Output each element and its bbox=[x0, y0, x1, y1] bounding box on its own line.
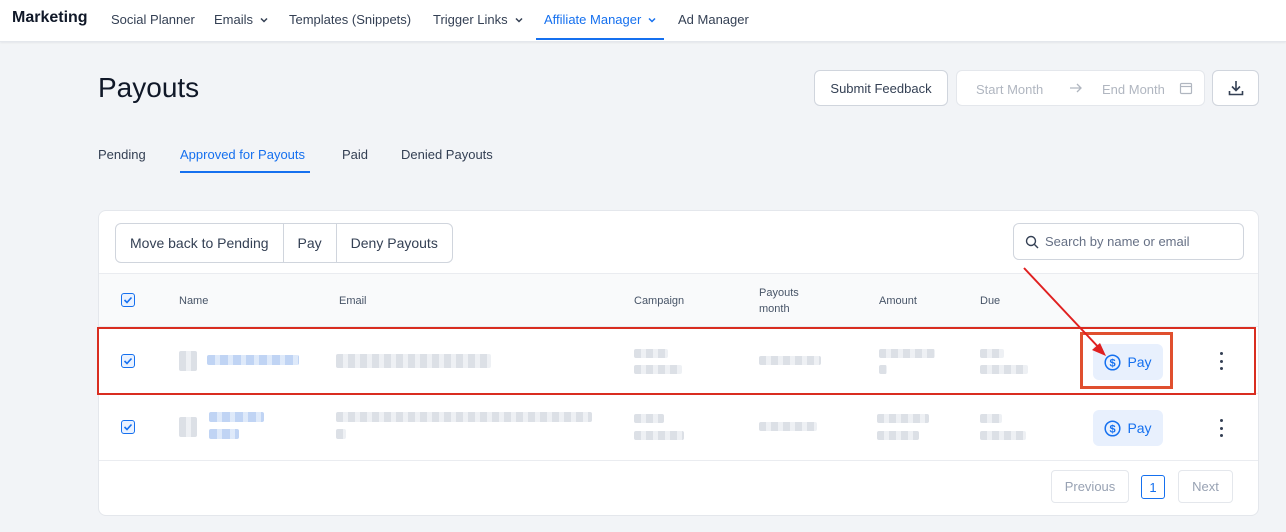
tab-pending[interactable]: Pending bbox=[98, 147, 146, 162]
nav-label: Trigger Links bbox=[433, 12, 508, 27]
bulk-action-group: Move back to Pending Pay Deny Payouts bbox=[115, 223, 453, 263]
move-back-to-pending-button[interactable]: Move back to Pending bbox=[116, 224, 284, 262]
redacted-campaign bbox=[634, 414, 664, 423]
redacted-payouts-month bbox=[759, 356, 821, 365]
month-range-picker[interactable]: Start Month End Month bbox=[956, 70, 1205, 106]
redacted-due bbox=[980, 365, 1028, 374]
avatar bbox=[179, 351, 197, 371]
svg-text:$: $ bbox=[1110, 357, 1116, 369]
dollar-circle-icon: $ bbox=[1104, 419, 1121, 437]
redacted-campaign bbox=[634, 431, 684, 440]
header-payouts-month: Payouts month bbox=[759, 285, 799, 317]
chevron-down-icon bbox=[515, 17, 523, 23]
row-pay-button[interactable]: $ Pay bbox=[1093, 410, 1163, 446]
tab-paid[interactable]: Paid bbox=[342, 147, 368, 162]
chevron-down-icon bbox=[648, 17, 656, 23]
deny-payouts-button[interactable]: Deny Payouts bbox=[337, 224, 452, 262]
redacted-campaign bbox=[634, 365, 682, 374]
search-box bbox=[1013, 223, 1244, 260]
header-amount: Amount bbox=[879, 295, 917, 307]
more-options-icon[interactable] bbox=[1216, 419, 1226, 437]
row-checkbox[interactable] bbox=[121, 354, 135, 368]
table-row: $ Pay bbox=[99, 328, 1258, 394]
table-row: $ Pay bbox=[99, 395, 1258, 461]
tab-approved-for-payouts[interactable]: Approved for Payouts bbox=[180, 147, 305, 162]
redacted-name[interactable] bbox=[207, 355, 299, 365]
redacted-name[interactable] bbox=[209, 412, 264, 422]
nav-active-indicator bbox=[536, 38, 664, 40]
search-input[interactable] bbox=[1045, 234, 1225, 249]
top-nav: Marketing Social Planner Emails Template… bbox=[0, 0, 1286, 42]
row-checkbox[interactable] bbox=[121, 420, 135, 434]
header-payouts-month-line2: month bbox=[759, 303, 790, 315]
submit-feedback-button[interactable]: Submit Feedback bbox=[814, 70, 948, 106]
pay-label: Pay bbox=[1127, 354, 1152, 370]
chevron-down-icon bbox=[260, 17, 268, 23]
redacted-amount bbox=[877, 431, 919, 440]
redacted-due bbox=[980, 431, 1026, 440]
check-icon bbox=[123, 296, 133, 304]
tab-active-indicator bbox=[180, 171, 310, 173]
table-header: Name Email Campaign Payouts month Amount… bbox=[99, 273, 1258, 327]
more-options-icon[interactable] bbox=[1216, 352, 1226, 370]
tab-denied-payouts[interactable]: Denied Payouts bbox=[401, 147, 493, 162]
nav-label: Emails bbox=[214, 12, 254, 27]
nav-templates[interactable]: Templates (Snippets) bbox=[289, 12, 411, 27]
bulk-pay-button[interactable]: Pay bbox=[284, 224, 337, 262]
header-name: Name bbox=[179, 295, 209, 307]
end-month-placeholder: End Month bbox=[1102, 82, 1165, 97]
redacted-email bbox=[336, 412, 592, 422]
header-due: Due bbox=[980, 295, 1001, 307]
row-pay-button[interactable]: $ Pay bbox=[1093, 344, 1163, 380]
header-email: Email bbox=[339, 295, 367, 307]
nav-ad-manager[interactable]: Ad Manager bbox=[678, 12, 749, 27]
brand-title: Marketing bbox=[12, 9, 88, 26]
calendar-icon bbox=[1179, 82, 1193, 95]
nav-trigger-links[interactable]: Trigger Links bbox=[433, 12, 524, 27]
svg-text:$: $ bbox=[1110, 423, 1116, 435]
download-button[interactable] bbox=[1212, 70, 1259, 106]
payouts-table-card: Move back to Pending Pay Deny Payouts Na… bbox=[98, 210, 1259, 516]
nav-label: Social Planner bbox=[111, 12, 195, 27]
avatar bbox=[179, 417, 197, 437]
nav-emails[interactable]: Emails bbox=[214, 12, 269, 27]
select-all-checkbox[interactable] bbox=[121, 293, 135, 307]
redacted-name[interactable] bbox=[209, 429, 239, 439]
nav-label: Ad Manager bbox=[678, 12, 749, 27]
page-title: Payouts bbox=[98, 72, 200, 103]
redacted-campaign bbox=[634, 349, 668, 358]
redacted-email bbox=[336, 429, 346, 439]
check-icon bbox=[123, 423, 133, 431]
pay-label: Pay bbox=[1127, 420, 1152, 436]
header-campaign: Campaign bbox=[634, 295, 685, 307]
download-icon bbox=[1228, 81, 1243, 96]
start-month-placeholder: Start Month bbox=[976, 82, 1044, 97]
redacted-email bbox=[336, 354, 491, 368]
redacted-amount bbox=[877, 414, 929, 423]
redacted-amount bbox=[879, 349, 935, 358]
previous-page-button[interactable]: Previous bbox=[1051, 470, 1129, 503]
check-icon bbox=[123, 357, 133, 365]
redacted-amount bbox=[879, 365, 887, 374]
redacted-due bbox=[980, 414, 1002, 423]
dollar-circle-icon: $ bbox=[1104, 353, 1121, 371]
redacted-payouts-month bbox=[759, 422, 817, 431]
nav-affiliate-manager[interactable]: Affiliate Manager bbox=[544, 12, 657, 27]
header-payouts-month-line1: Payouts bbox=[759, 287, 799, 299]
page-number-button[interactable]: 1 bbox=[1141, 475, 1165, 499]
nav-label: Affiliate Manager bbox=[544, 12, 642, 27]
next-page-button[interactable]: Next bbox=[1178, 470, 1233, 503]
nav-label: Templates (Snippets) bbox=[289, 12, 412, 27]
nav-social-planner[interactable]: Social Planner bbox=[111, 12, 195, 27]
search-icon bbox=[1025, 235, 1039, 248]
redacted-due bbox=[980, 349, 1004, 358]
arrow-right-icon bbox=[1070, 83, 1082, 93]
